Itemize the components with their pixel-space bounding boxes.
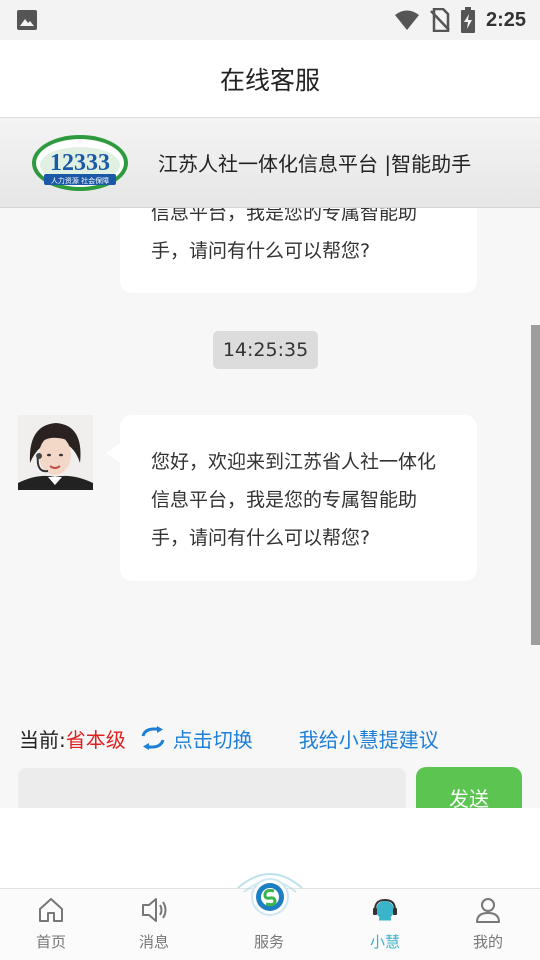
assistant-icon <box>373 898 397 921</box>
battery-charging-icon <box>460 7 475 33</box>
gallery-notification-icon <box>17 10 37 30</box>
region-controls: 当前: 省本级 点击切换 我给小慧提建议 <box>0 718 540 758</box>
logo-subtitle: 人力资源 社会保障 <box>51 176 109 185</box>
chat-line: 您好，欢迎来到江苏省人社一体化 <box>151 451 437 473</box>
tab-label: 消息 <box>138 933 169 951</box>
tab-label: 小慧 <box>369 933 400 951</box>
service-logo-icon[interactable] <box>232 866 308 926</box>
chat-line: 手，请问有什么可以帮您? <box>151 527 371 549</box>
brand-banner: 12333 人力资源 社会保障 江苏人社一体化信息平台 |智能助手 <box>0 118 540 208</box>
agent-avatar <box>18 415 93 490</box>
status-bar: 2:25 <box>0 0 540 40</box>
title-bar: 在线客服 <box>0 40 540 118</box>
tab-home[interactable]: 首页 <box>11 889 91 960</box>
refresh-icon <box>141 726 165 750</box>
message-timestamp: 14:25:35 <box>213 331 318 369</box>
home-icon <box>39 898 63 922</box>
chat-line: 信息平台，我是您的专属智能助 <box>151 489 418 511</box>
no-sim-icon <box>430 8 450 32</box>
12333-logo: 12333 人力资源 社会保障 <box>32 134 128 191</box>
wifi-icon <box>394 10 419 30</box>
chat-bubble: 信息平台，我是您的专属智能助 手，请问有什么可以帮您? <box>120 208 477 293</box>
status-time: 2:25 <box>485 8 526 31</box>
chat-area[interactable]: 信息平台，我是您的专属智能助 手，请问有什么可以帮您? 14:25:35 您好，… <box>0 208 540 708</box>
speaker-icon <box>142 898 167 922</box>
person-icon <box>476 898 500 923</box>
current-region-value: 省本级 <box>65 727 126 752</box>
tab-assistant[interactable]: 小慧 <box>345 889 425 960</box>
logo-number: 12333 <box>50 150 110 176</box>
tab-label: 服务 <box>253 933 284 951</box>
page-title: 在线客服 <box>219 65 320 95</box>
switch-region-label: 点击切换 <box>172 727 253 752</box>
switch-region-button[interactable]: 点击切换 <box>139 724 253 753</box>
chat-bubble: 您好，欢迎来到江苏省人社一体化 信息平台，我是您的专属智能助 手，请问有什么可以… <box>106 415 477 581</box>
tab-label: 首页 <box>35 933 66 951</box>
suggestion-link[interactable]: 我给小慧提建议 <box>299 724 439 753</box>
tab-messages[interactable]: 消息 <box>114 889 194 960</box>
tab-profile[interactable]: 我的 <box>448 889 528 960</box>
chat-line: 信息平台，我是您的专属智能助 <box>151 208 418 224</box>
current-region-label: 当前: <box>19 727 66 752</box>
agent-avatar-image <box>18 415 93 490</box>
chat-scrollbar[interactable] <box>531 325 540 645</box>
chat-line: 手，请问有什么可以帮您? <box>151 240 371 262</box>
tab-label: 我的 <box>472 933 503 951</box>
brand-name: 江苏人社一体化信息平台 |智能助手 <box>158 152 472 176</box>
